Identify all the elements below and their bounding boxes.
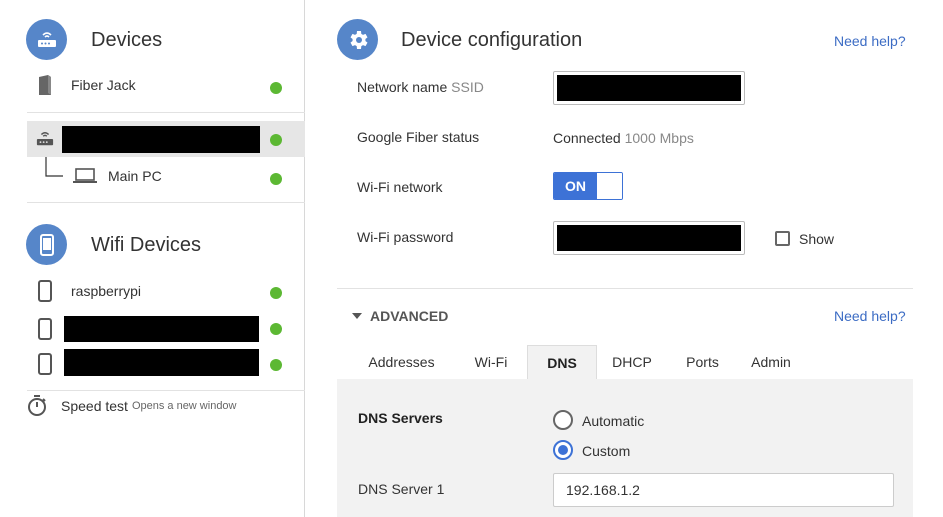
devices-header-icon [26, 19, 67, 60]
laptop-icon [72, 165, 98, 187]
wifi-network-toggle[interactable]: ON [553, 172, 623, 200]
show-password-label: Show [799, 231, 835, 247]
speed-test-link[interactable]: Speed test Opens a new window [27, 395, 237, 417]
tree-connector [45, 157, 63, 177]
wifi-network-label: Wi-Fi network [357, 179, 443, 195]
redacted-device-name [64, 349, 259, 376]
dns-automatic-label: Automatic [582, 413, 645, 429]
status-online-dot [270, 173, 282, 185]
main-panel: Device configuration Need help? Network … [306, 0, 943, 517]
dns-server-1-input[interactable] [553, 473, 894, 507]
advanced-need-help-link[interactable]: Need help? [834, 308, 906, 324]
need-help-link[interactable]: Need help? [834, 33, 906, 49]
wifi-password-label: Wi-Fi password [357, 229, 454, 245]
tab-dns[interactable]: DNS [527, 345, 597, 380]
devices-title: Devices [91, 29, 163, 51]
tab-admin[interactable]: Admin [743, 345, 799, 380]
wifi-password-input[interactable] [553, 221, 745, 255]
divider [27, 112, 305, 113]
divider [27, 390, 305, 391]
status-online-dot [270, 287, 282, 299]
dns-custom-label: Custom [582, 443, 631, 459]
tab-ports[interactable]: Ports [675, 345, 730, 380]
wifi-devices-title: Wifi Devices [91, 234, 202, 256]
gear-icon [350, 30, 367, 49]
device-label: Fiber Jack [71, 77, 136, 93]
device-label: Main PC [108, 168, 162, 184]
router-icon [37, 31, 56, 47]
status-online-dot [270, 82, 282, 94]
caret-down-icon [352, 313, 362, 319]
phone-icon [39, 233, 54, 256]
advanced-tabs: Addresses Wi-Fi DNS DHCP Ports Admin [337, 345, 913, 380]
redacted-device-name [64, 316, 259, 342]
speed-test-label: Speed test [61, 398, 128, 414]
router-icon [35, 128, 55, 150]
wifi-device-row[interactable]: raspberrypi [27, 273, 305, 309]
wifi-devices-header-icon [26, 224, 67, 265]
dns-automatic-radio[interactable] [553, 410, 573, 430]
phone-icon [35, 280, 55, 302]
fiber-jack-icon [35, 74, 55, 96]
toggle-knob [597, 173, 622, 199]
status-online-dot [270, 134, 282, 146]
device-label: raspberrypi [71, 283, 142, 299]
stopwatch-icon [28, 395, 46, 416]
fiber-status-label: Google Fiber status [357, 129, 480, 145]
config-header-icon [337, 19, 378, 60]
speed-test-sub: Opens a new window [131, 400, 237, 412]
redacted-device-name [62, 126, 260, 153]
phone-icon [35, 318, 55, 340]
status-online-dot [270, 359, 282, 371]
dns-server-1-label: DNS Server 1 [358, 481, 445, 497]
tab-dhcp[interactable]: DHCP [602, 345, 662, 380]
page-title: Device configuration [401, 29, 583, 51]
tab-wifi[interactable]: Wi-Fi [461, 345, 521, 380]
dns-servers-title: DNS Servers [358, 410, 443, 426]
device-row-fiber-jack[interactable]: Fiber Jack [27, 67, 305, 103]
show-password-checkbox[interactable] [775, 231, 790, 246]
fiber-status-value: Connected 1000 Mbps [553, 130, 694, 146]
device-row-main-pc[interactable]: Main PC [64, 158, 305, 194]
advanced-toggle[interactable]: ADVANCED [352, 308, 448, 324]
divider [27, 202, 305, 203]
tab-addresses[interactable]: Addresses [349, 345, 454, 380]
advanced-label: ADVANCED [370, 308, 449, 324]
dns-panel: DNS Servers Automatic Custom DNS Server … [337, 379, 913, 517]
sidebar: Devices Fiber Jack Main PC Wifi Devices … [0, 0, 305, 517]
network-name-label: Network name SSID [357, 79, 484, 95]
dns-custom-radio[interactable] [553, 440, 573, 460]
toggle-on-label: ON [554, 173, 597, 199]
phone-icon [35, 353, 55, 375]
status-online-dot [270, 323, 282, 335]
divider [337, 288, 913, 289]
network-name-input[interactable] [553, 71, 745, 105]
